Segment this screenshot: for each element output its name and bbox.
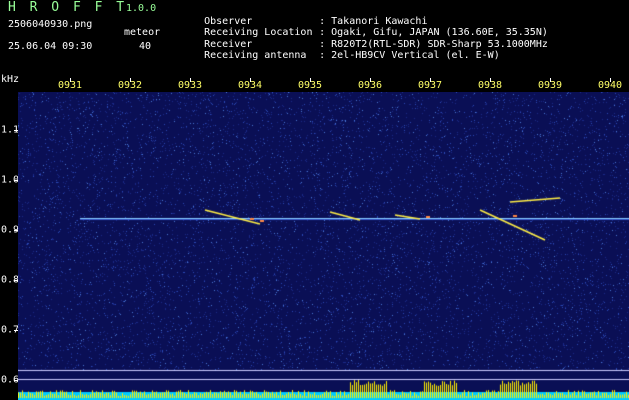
x-tick-mark <box>250 78 251 82</box>
x-tick-mark <box>310 78 311 82</box>
app-version: 1.0.0 <box>126 3 157 14</box>
spectrogram <box>18 92 629 400</box>
file-name: 2506040930.png <box>8 19 93 30</box>
time-axis: 0931 0932 0933 0934 0935 0936 0937 0938 … <box>0 78 629 92</box>
x-tick-mark <box>430 78 431 82</box>
x-tick-mark <box>190 78 191 82</box>
header: H R O F F T 1.0.0 2506040930.png meteor … <box>0 0 629 78</box>
x-tick-mark <box>490 78 491 82</box>
x-tick-mark <box>70 78 71 82</box>
x-tick-mark <box>370 78 371 82</box>
x-tick-mark <box>610 78 611 82</box>
x-tick-mark <box>130 78 131 82</box>
meta-value: : 2el-HB9CV Vertical (el. E-W) <box>319 50 500 61</box>
app-name: H R O F F T <box>8 0 128 15</box>
x-tick-mark <box>550 78 551 82</box>
meteor-count: 40 <box>139 41 152 52</box>
meta-antenna: Receiving antenna : 2el-HB9CV Vertical (e… <box>180 39 500 72</box>
meteor-label: meteor <box>124 27 161 38</box>
datetime: 25.06.04 09:30 <box>8 41 93 52</box>
meta-key: Receiving antenna <box>204 50 307 61</box>
